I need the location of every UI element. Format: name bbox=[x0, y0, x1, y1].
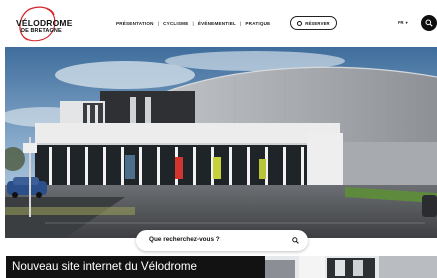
nav-item-pratique[interactable]: PRATIQUE bbox=[245, 21, 270, 26]
nav-item-cyclisme[interactable]: CYCLISME bbox=[163, 21, 188, 26]
news-image[interactable] bbox=[265, 256, 437, 278]
language-label: FR bbox=[398, 20, 404, 25]
main-nav: PRÉSENTATION | CYCLISME | ÉVÉNEMENTIEL |… bbox=[116, 19, 270, 28]
nav-item-presentation[interactable]: PRÉSENTATION bbox=[116, 21, 154, 26]
calendar-icon bbox=[297, 20, 303, 26]
site-header: VÉLODROME DE BRETAGNE PRÉSENTATION | CYC… bbox=[0, 0, 437, 46]
nav-item-evenementiel[interactable]: ÉVÉNEMENTIEL bbox=[198, 21, 236, 26]
reserve-button[interactable]: RÉSERVER bbox=[290, 16, 337, 30]
nav-separator: | bbox=[192, 21, 194, 26]
search-icon[interactable] bbox=[292, 237, 299, 244]
search-bar[interactable]: Que recherchez-vous ? bbox=[136, 230, 308, 251]
reserve-label: RÉSERVER bbox=[305, 20, 330, 26]
hero-image bbox=[5, 47, 437, 238]
header-search-button[interactable] bbox=[421, 15, 437, 31]
logo-line2: DE BRETAGNE bbox=[21, 28, 62, 34]
search-placeholder[interactable]: Que recherchez-vous ? bbox=[149, 236, 220, 243]
site-logo[interactable]: VÉLODROME DE BRETAGNE bbox=[14, 5, 72, 43]
logo-line1: VÉLODROME bbox=[16, 18, 73, 28]
search-icon bbox=[425, 19, 433, 27]
nav-separator: | bbox=[240, 21, 242, 26]
language-selector[interactable]: FR ▾ bbox=[398, 20, 408, 25]
news-title[interactable]: Nouveau site internet du Vélodrome bbox=[6, 256, 265, 278]
nav-separator: | bbox=[157, 21, 160, 26]
chevron-down-icon: ▾ bbox=[405, 20, 408, 25]
